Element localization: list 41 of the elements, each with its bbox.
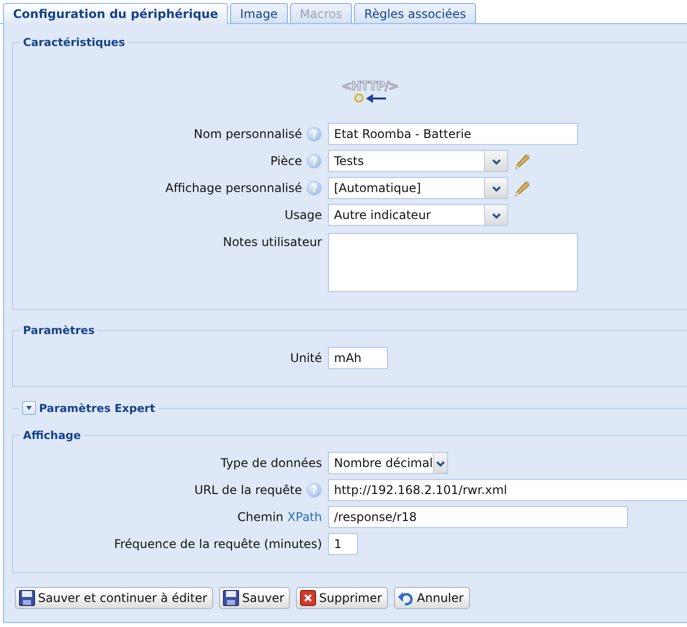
section-title: Paramètres [23, 325, 95, 337]
triangle-icon [25, 404, 33, 412]
dropdown[interactable]: Autre indicateur [328, 204, 508, 226]
dropdown[interactable]: Tests [328, 150, 508, 172]
tab[interactable]: Image [230, 3, 288, 23]
notes-field[interactable] [328, 233, 578, 292]
tab[interactable]: Configuration du périphérique [3, 3, 228, 24]
action-button[interactable]: Sauver et continuer à éditer [15, 587, 214, 609]
text-field[interactable]: Etat Roomba - Batterie [328, 123, 578, 145]
field-label: Affichage personnalisé [165, 181, 302, 195]
section-title: Affichage [23, 430, 81, 442]
text-field[interactable]: http://192.168.2.101/rwr.xml [328, 479, 687, 501]
field-label: Pièce [270, 154, 302, 168]
close-icon [300, 590, 316, 606]
pencil-icon[interactable] [513, 179, 531, 197]
field-label: Usage [284, 208, 322, 222]
field-label: Nom personnalisé [194, 127, 302, 141]
undo-icon [398, 590, 414, 606]
field-label: URL de la requête [194, 483, 302, 497]
field-label: Fréquence de la requête (minutes) [114, 537, 322, 551]
pencil-icon[interactable] [513, 152, 531, 170]
expand-toggle[interactable] [22, 402, 36, 415]
text-field[interactable]: mAh [328, 347, 388, 369]
dropdown[interactable]: [Automatique] [328, 177, 508, 199]
http-logo: <HTTP/> [342, 79, 398, 93]
field-label: Unité [290, 351, 322, 365]
field-label: Chemin [237, 510, 284, 524]
section-title: Paramètres Expert [39, 402, 156, 414]
field-label: Notes utilisateur [222, 235, 322, 249]
text-field[interactable]: /response/r18 [328, 506, 628, 528]
text-field[interactable]: 1 [328, 533, 358, 555]
action-button[interactable]: Supprimer [296, 587, 388, 609]
dropdown[interactable]: Nombre décimal [328, 452, 448, 474]
xpath-link[interactable]: XPath [287, 510, 322, 524]
ring-icon [354, 93, 364, 103]
section-title: Caractéristiques [23, 37, 126, 49]
field-label: Type de données [220, 456, 322, 470]
tab[interactable]: Règles associées [354, 3, 476, 23]
arrow-icon [366, 94, 386, 102]
action-button[interactable]: Sauver [219, 587, 290, 609]
action-button[interactable]: Annuler [394, 587, 470, 609]
